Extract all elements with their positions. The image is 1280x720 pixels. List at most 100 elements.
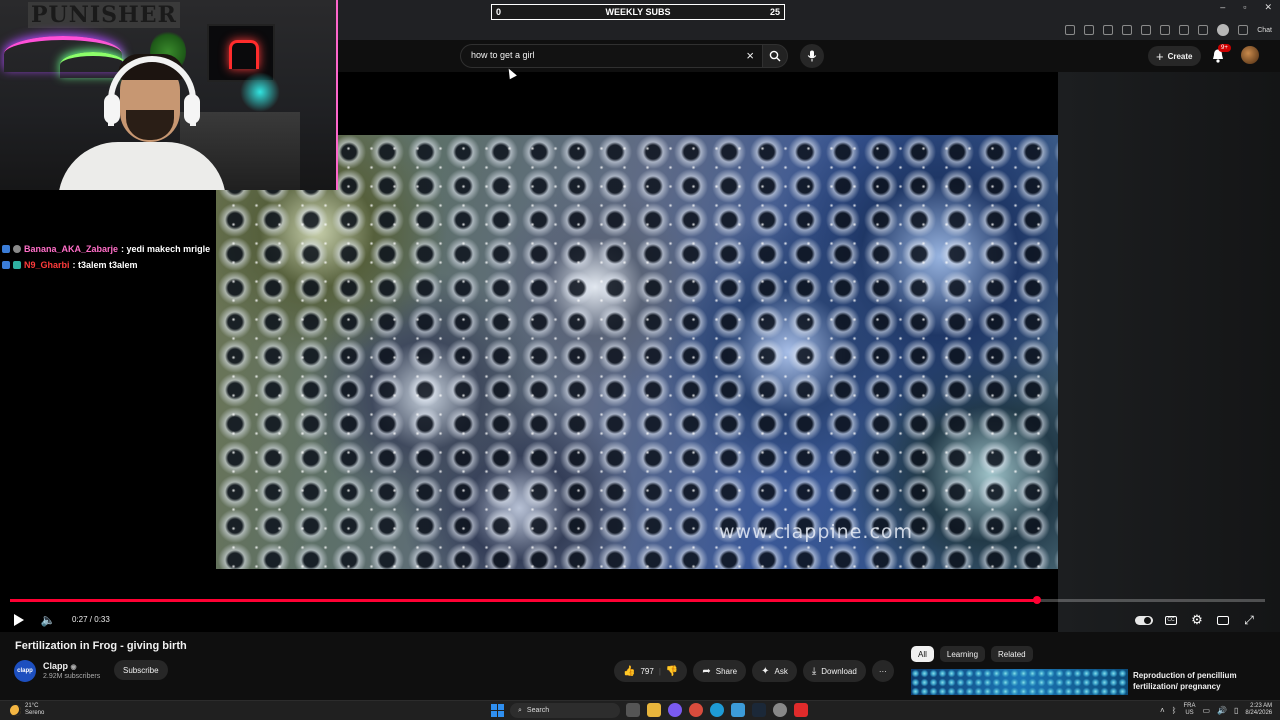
notification-badge: 9+ bbox=[1218, 44, 1231, 52]
volume-icon: 🔈 bbox=[40, 613, 56, 627]
fullscreen-button[interactable]: ⤢ bbox=[1242, 612, 1256, 628]
collections-icon[interactable] bbox=[1198, 25, 1209, 35]
play-button[interactable] bbox=[12, 612, 26, 628]
like-divider: | bbox=[658, 666, 661, 676]
weather-widget[interactable]: 21°C Sereno bbox=[10, 703, 44, 717]
recording-app-icon[interactable] bbox=[794, 703, 808, 717]
more-horizontal-icon: ··· bbox=[878, 666, 887, 676]
channel-name[interactable]: Clapp ◉ bbox=[43, 661, 77, 671]
chat-text: : yedi makech mrigle bbox=[121, 244, 211, 254]
discord-icon[interactable] bbox=[668, 703, 682, 717]
thumbs-down-icon[interactable]: 👎 bbox=[666, 666, 678, 677]
secondary-column-background bbox=[1058, 72, 1280, 632]
download-icon: ⤓ bbox=[811, 665, 817, 677]
taskbar-search-placeholder: Search bbox=[526, 707, 550, 714]
browser-profile-avatar[interactable] bbox=[1217, 24, 1230, 36]
more-actions-button[interactable]: ··· bbox=[871, 660, 894, 682]
play-icon bbox=[14, 614, 24, 626]
download-button[interactable]: ⤓ Download bbox=[802, 660, 866, 682]
account-avatar[interactable] bbox=[1241, 46, 1259, 64]
share-button[interactable]: ➦ Share bbox=[693, 660, 747, 682]
subscriber-count: 2.92M subscribers bbox=[43, 673, 101, 680]
obs-icon[interactable] bbox=[689, 703, 703, 717]
channel-name-text[interactable]: Clapp bbox=[43, 661, 68, 671]
recommended-thumbnail[interactable] bbox=[911, 669, 1128, 695]
copilot-chat-button[interactable]: Chat bbox=[1257, 27, 1272, 34]
create-button[interactable]: + Create bbox=[1148, 46, 1201, 66]
search-query-text[interactable]: how to get a girl bbox=[471, 50, 535, 60]
weather-text: 21°C Sereno bbox=[25, 703, 44, 717]
fullscreen-icon: ⤢ bbox=[1244, 612, 1254, 627]
recommended-title[interactable]: Reproduction of pencillium fertilization… bbox=[1133, 670, 1263, 692]
webcam-border bbox=[336, 0, 338, 190]
ask-button[interactable]: ✦ Ask bbox=[752, 660, 797, 682]
settings-app-icon[interactable] bbox=[773, 703, 787, 717]
streamer bbox=[58, 52, 226, 190]
read-aloud-icon[interactable] bbox=[1103, 25, 1114, 35]
mute-button[interactable]: 🔈 bbox=[40, 612, 56, 628]
subtitles-button[interactable]: CC bbox=[1164, 612, 1178, 628]
battery-icon[interactable]: ▯ bbox=[1234, 706, 1238, 715]
store-icon[interactable] bbox=[731, 703, 745, 717]
subs-goal-label: WEEKLY SUBS bbox=[605, 7, 671, 17]
edge-icon[interactable] bbox=[710, 703, 724, 717]
favorites-icon[interactable] bbox=[1179, 25, 1190, 35]
video-frame[interactable]: www.clappine.com bbox=[216, 135, 1058, 569]
volume-tray-icon[interactable]: 🔊 bbox=[1217, 706, 1227, 715]
close-window-button[interactable]: ✕ bbox=[1264, 2, 1272, 13]
theater-mode-button[interactable] bbox=[1216, 612, 1230, 628]
chat-message: N9_Gharbi : t3alem t3alem bbox=[2, 257, 216, 273]
verified-icon: ◉ bbox=[70, 664, 77, 671]
voice-search-button[interactable] bbox=[800, 44, 824, 68]
task-view-icon[interactable] bbox=[626, 703, 640, 717]
steam-icon[interactable] bbox=[752, 703, 766, 717]
channel-avatar[interactable]: clapp bbox=[14, 660, 36, 682]
progress-bar[interactable] bbox=[10, 596, 1265, 604]
clock-date: 8/24/2026 bbox=[1245, 710, 1273, 716]
favorite-star-icon[interactable] bbox=[1122, 25, 1133, 35]
streamer-webcam: PUNISHER bbox=[0, 0, 338, 190]
subscribe-button[interactable]: Subscribe bbox=[114, 660, 168, 680]
theater-icon bbox=[1217, 615, 1229, 625]
chip-related[interactable]: Related bbox=[991, 646, 1033, 662]
subtitles-icon: CC bbox=[1165, 615, 1177, 625]
maximize-button[interactable]: ▫ bbox=[1243, 2, 1246, 13]
autoplay-toggle[interactable] bbox=[1135, 612, 1153, 628]
chat-username: N9_Gharbi bbox=[24, 260, 70, 270]
subs-goal-target: 25 bbox=[769, 7, 780, 17]
bluetooth-icon[interactable]: ᛒ bbox=[1172, 706, 1177, 715]
chevron-up-icon[interactable]: ˄ bbox=[1160, 706, 1165, 715]
extensions-icon[interactable] bbox=[1160, 25, 1171, 35]
scrubber-handle[interactable] bbox=[1032, 596, 1041, 604]
search-input[interactable]: how to get a girl × bbox=[460, 44, 762, 68]
like-button[interactable]: 👍 797 | 👎 bbox=[614, 660, 688, 682]
search-icon: ⌕ bbox=[518, 706, 522, 714]
refresh-icon[interactable] bbox=[1141, 25, 1152, 35]
settings-button[interactable]: ⚙ bbox=[1190, 612, 1204, 628]
sparkle-icon: ✦ bbox=[761, 665, 770, 677]
minimize-button[interactable]: – bbox=[1220, 2, 1225, 13]
language-indicator[interactable]: FRA US bbox=[1183, 703, 1195, 717]
file-explorer-icon[interactable] bbox=[647, 703, 661, 717]
headphone-earcup-right bbox=[184, 94, 200, 124]
notifications-button[interactable]: 9+ bbox=[1208, 44, 1231, 66]
chip-all[interactable]: All bbox=[911, 646, 934, 662]
weather-desc: Sereno bbox=[25, 710, 45, 716]
close-icon[interactable]: × bbox=[746, 48, 754, 63]
plus-icon: + bbox=[1156, 48, 1164, 64]
search-button[interactable] bbox=[762, 44, 788, 68]
system-clock[interactable]: 2:23 AM 8/24/2026 bbox=[1245, 703, 1272, 717]
more-menu-icon[interactable] bbox=[1238, 25, 1249, 35]
split-screen-icon[interactable] bbox=[1065, 25, 1076, 35]
chip-learning[interactable]: Learning bbox=[939, 646, 986, 662]
player-controls: 🔈 0:27 / 0:33 CC ⚙ ⤢ bbox=[0, 608, 1280, 632]
video-actions: 👍 797 | 👎 ➦ Share ✦ Ask ⤓ Download ··· bbox=[614, 660, 894, 682]
video-title: Fertilization in Frog - giving birth bbox=[15, 640, 187, 652]
zoom-icon[interactable] bbox=[1084, 25, 1095, 35]
taskbar-search[interactable]: ⌕ Search bbox=[510, 703, 620, 718]
time-display: 0:27 / 0:33 bbox=[72, 615, 110, 624]
start-button[interactable] bbox=[491, 704, 504, 717]
progress-fill bbox=[10, 599, 1037, 602]
network-icon[interactable]: ▭ bbox=[1202, 706, 1210, 715]
moon-icon bbox=[10, 704, 21, 716]
